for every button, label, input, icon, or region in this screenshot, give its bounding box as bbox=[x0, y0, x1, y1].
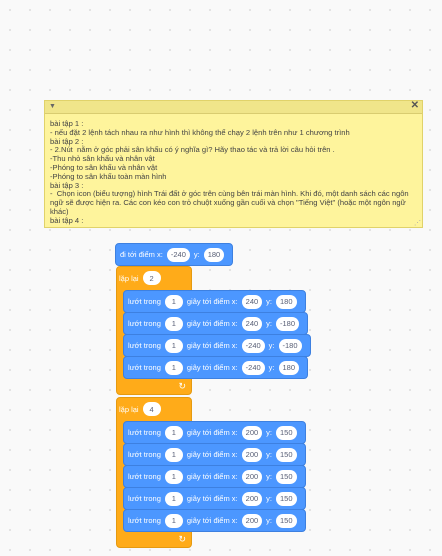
y-input[interactable]: -180 bbox=[276, 316, 300, 331]
comment-line: - Chọn icon (biểu tượng) hình Trái đất ở… bbox=[50, 189, 411, 216]
y-input[interactable]: 180 bbox=[278, 360, 300, 375]
block-label: y: bbox=[266, 450, 273, 459]
x-input[interactable]: 240 bbox=[241, 316, 263, 331]
close-icon[interactable]: ✕ bbox=[411, 100, 419, 111]
x-input[interactable]: -240 bbox=[241, 338, 265, 353]
seconds-input[interactable]: 1 bbox=[164, 338, 183, 353]
block-label: y: bbox=[268, 341, 275, 350]
repeat-label: lặp lại bbox=[119, 273, 139, 283]
comment-line: - nếu đặt 2 lệnh tách nhau ra như hình t… bbox=[50, 127, 350, 137]
y-input[interactable]: 150 bbox=[276, 513, 297, 528]
comment-line: bài tập 4 : bbox=[50, 215, 84, 225]
block-label: y: bbox=[266, 428, 273, 437]
block-label: giây tới điểm x: bbox=[186, 516, 238, 525]
repeat-count-input[interactable]: 4 bbox=[142, 402, 161, 416]
glide-to-xy-block[interactable]: lướt trong 1 giây tới điểm x: 200 y: 150 bbox=[123, 509, 306, 532]
block-label: y: bbox=[266, 516, 273, 525]
seconds-input[interactable]: 1 bbox=[164, 469, 183, 484]
glide-to-xy-block[interactable]: lướt trong 1 giây tới điểm x: 200 y: 150 bbox=[123, 443, 306, 466]
block-label: giây tới điểm x: bbox=[186, 450, 238, 459]
block-label: giây tới điểm x: bbox=[186, 341, 238, 350]
block-label: giây tới điểm x: bbox=[186, 363, 238, 372]
block-label: y: bbox=[266, 319, 273, 328]
x-input[interactable]: 240 bbox=[241, 294, 263, 309]
block-label: giây tới điểm x: bbox=[186, 319, 238, 328]
seconds-input[interactable]: 1 bbox=[164, 447, 183, 462]
glide-to-xy-block[interactable]: lướt trong 1 giây tới điểm x: 240 y: -180 bbox=[123, 312, 309, 335]
y-input[interactable]: 150 bbox=[276, 469, 297, 484]
block-label: lướt trong bbox=[128, 297, 161, 306]
seconds-input[interactable]: 1 bbox=[164, 513, 183, 528]
block-label: y: bbox=[266, 494, 273, 503]
x-input[interactable]: -240 bbox=[241, 360, 265, 375]
glide-to-xy-block[interactable]: lướt trong 1 giây tới điểm x: 200 y: 150 bbox=[123, 465, 306, 488]
block-label: y: bbox=[193, 250, 200, 259]
block-label: y: bbox=[266, 297, 273, 306]
seconds-input[interactable]: 1 bbox=[164, 294, 183, 309]
y-input[interactable]: -180 bbox=[278, 338, 302, 353]
block-label: lướt trong bbox=[128, 450, 161, 459]
repeat-count-input[interactable]: 2 bbox=[142, 271, 161, 285]
y-input[interactable]: 180 bbox=[276, 294, 297, 309]
block-label: giây tới điểm x: bbox=[186, 428, 238, 437]
resize-handle-icon[interactable]: ⋰ bbox=[414, 219, 421, 227]
block-label: lướt trong bbox=[128, 516, 161, 525]
block-label: y: bbox=[266, 472, 273, 481]
comment-note[interactable]: ▼ ✕ bài tập 1 :- nếu đặt 2 lệnh tách nha… bbox=[44, 100, 423, 228]
y-input[interactable]: 150 bbox=[276, 491, 297, 506]
block-label: lướt trong bbox=[128, 428, 161, 437]
comment-text[interactable]: bài tập 1 :- nếu đặt 2 lệnh tách nhau ra… bbox=[45, 114, 422, 226]
seconds-input[interactable]: 1 bbox=[164, 316, 183, 331]
glide-to-xy-block[interactable]: lướt trong 1 giây tới điểm x: 200 y: 150 bbox=[123, 487, 306, 510]
x-input[interactable]: 200 bbox=[241, 513, 263, 528]
glide-to-xy-block[interactable]: lướt trong 1 giây tới điểm x: 200 y: 150 bbox=[123, 421, 306, 444]
block-label: đi tới điểm x: bbox=[120, 250, 163, 259]
loop-arrow-icon: ↻ bbox=[178, 534, 186, 544]
x-input[interactable]: 200 bbox=[241, 491, 263, 506]
glide-to-xy-block[interactable]: lướt trong 1 giây tới điểm x: 240 y: 180 bbox=[123, 290, 306, 313]
block-label: lướt trong bbox=[128, 472, 161, 481]
seconds-input[interactable]: 1 bbox=[164, 360, 183, 375]
repeat-label: lặp lại bbox=[119, 404, 139, 414]
block-label: giây tới điểm x: bbox=[186, 297, 238, 306]
glide-to-xy-block[interactable]: lướt trong 1 giây tới điểm x: -240 y: 180 bbox=[123, 356, 309, 379]
goto-xy-block[interactable]: đi tới điểm x: -240 y: 180 bbox=[115, 243, 234, 266]
seconds-input[interactable]: 1 bbox=[164, 425, 183, 440]
y-input[interactable]: 150 bbox=[276, 447, 297, 462]
y-input[interactable]: 180 bbox=[203, 247, 225, 262]
comment-header[interactable]: ▼ ✕ bbox=[45, 100, 422, 114]
x-input[interactable]: 200 bbox=[241, 447, 263, 462]
seconds-input[interactable]: 1 bbox=[164, 491, 183, 506]
block-label: lướt trong bbox=[128, 319, 161, 328]
block-label: y: bbox=[268, 363, 275, 372]
block-label: lướt trong bbox=[128, 363, 161, 372]
collapse-icon[interactable]: ▼ bbox=[49, 103, 56, 110]
block-label: lướt trong bbox=[128, 341, 161, 350]
block-label: giây tới điểm x: bbox=[186, 472, 238, 481]
glide-to-xy-block[interactable]: lướt trong 1 giây tới điểm x: -240 y: -180 bbox=[123, 334, 311, 357]
block-label: lướt trong bbox=[128, 494, 161, 503]
block-label: giây tới điểm x: bbox=[186, 494, 238, 503]
y-input[interactable]: 150 bbox=[276, 425, 297, 440]
loop-arrow-icon: ↻ bbox=[178, 381, 186, 391]
x-input[interactable]: -240 bbox=[166, 247, 190, 262]
comment-line: -Phóng to sân khấu toàn màn hình bbox=[50, 171, 167, 181]
x-input[interactable]: 200 bbox=[241, 469, 263, 484]
x-input[interactable]: 200 bbox=[241, 425, 263, 440]
